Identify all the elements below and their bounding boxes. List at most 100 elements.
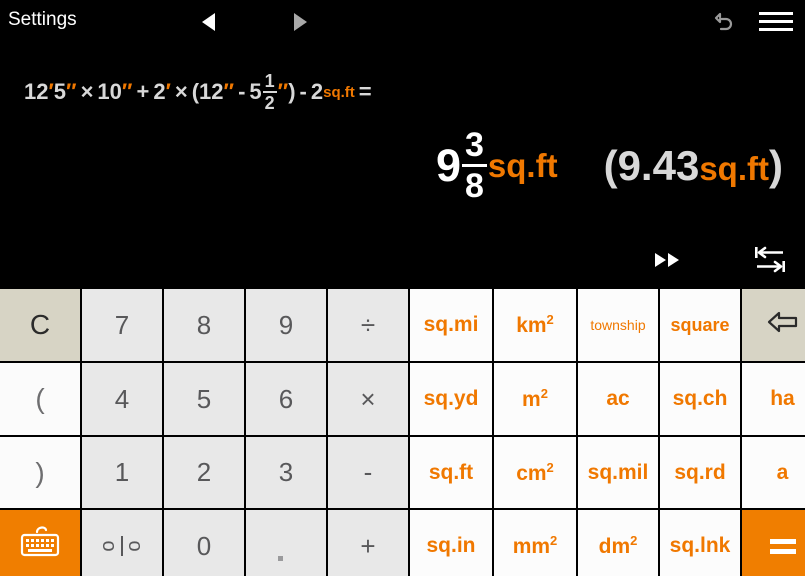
- close-paren-key[interactable]: ): [0, 437, 80, 508]
- hamburger-menu-icon[interactable]: [759, 12, 793, 32]
- key-label: sq.mil: [587, 460, 649, 484]
- key-label: ): [35, 456, 45, 488]
- clear-key[interactable]: C: [0, 289, 80, 361]
- key-label: km2: [516, 312, 554, 337]
- app-header: Settings: [0, 0, 805, 46]
- equals-icon: [769, 538, 796, 554]
- digit-8-key[interactable]: 8: [164, 289, 244, 361]
- key-label: sq.ch: [672, 387, 728, 410]
- triangle-left-icon[interactable]: [202, 13, 215, 31]
- unit-ac-key[interactable]: ac: [578, 363, 658, 435]
- result-alt-close: ): [769, 141, 783, 189]
- key-label: 3: [278, 457, 294, 487]
- expr-operator: =: [358, 79, 372, 104]
- result-line: 9 3 8 sq.ft (9.43 sq.ft): [436, 128, 783, 203]
- key-label: cm2: [516, 459, 554, 485]
- key-label: sq.yd: [423, 387, 479, 410]
- expr-token: 5: [249, 79, 262, 104]
- expr-paren: (: [191, 79, 200, 104]
- settings-label[interactable]: Settings: [8, 9, 77, 31]
- key-label: 2: [196, 457, 212, 487]
- unit-km2-key[interactable]: km2: [494, 289, 576, 361]
- unit-cm2-key[interactable]: cm2: [494, 437, 576, 508]
- keypad: C 7 8 9 ÷ sq.mi km2 township square (4 5 6 × sq.yd m2 a…: [0, 289, 805, 576]
- key-label: C: [29, 309, 51, 340]
- unit-sqmil-key[interactable]: sq.mil: [578, 437, 658, 508]
- digit-5-key[interactable]: 5: [164, 363, 244, 435]
- digit-2-key[interactable]: 2: [164, 437, 244, 508]
- minus-key[interactable]: -: [328, 437, 408, 508]
- key-label: sq.ft: [428, 460, 474, 484]
- expr-operator: ×: [80, 79, 94, 104]
- unit-square-key[interactable]: square: [660, 289, 740, 361]
- digit-7-key[interactable]: 7: [82, 289, 162, 361]
- undo-arrow-icon[interactable]: [711, 8, 739, 36]
- unit-sqch-key[interactable]: sq.ch: [660, 363, 740, 435]
- expr-token: 2: [153, 79, 166, 104]
- key-label: -: [363, 457, 373, 487]
- digit-0-key[interactable]: 0: [164, 510, 244, 576]
- expr-token: 10: [97, 79, 122, 104]
- plus-key[interactable]: +: [328, 510, 408, 576]
- expr-prime: ″: [277, 79, 289, 104]
- unit-sqmi-key[interactable]: sq.mi: [410, 289, 492, 361]
- key-label: ha: [770, 387, 795, 410]
- unit-dm2-key[interactable]: dm2: [578, 510, 658, 576]
- key-label: (: [35, 383, 45, 414]
- multiply-key[interactable]: ×: [328, 363, 408, 435]
- unit-m2-key[interactable]: m2: [494, 363, 576, 435]
- result-fraction-numerator: 3: [464, 126, 484, 164]
- swap-convert-icon[interactable]: [753, 245, 787, 275]
- divide-key[interactable]: ÷: [328, 289, 408, 361]
- fast-forward-icon[interactable]: [653, 250, 683, 270]
- fraction-denominator: 2: [264, 93, 275, 113]
- unit-mm2-key[interactable]: mm2: [494, 510, 576, 576]
- unit-sqft-key[interactable]: sq.ft: [410, 437, 492, 508]
- result-unit: sq.ft: [487, 146, 558, 184]
- fraction-key[interactable]: oo: [82, 510, 162, 576]
- expr-operator: +: [136, 79, 150, 104]
- key-label: ÷: [360, 309, 376, 340]
- key-label: 7: [114, 309, 130, 340]
- open-paren-key[interactable]: (: [0, 363, 80, 435]
- display-toolbar: [653, 245, 787, 275]
- keyboard-key[interactable]: [0, 510, 80, 576]
- digit-3-key[interactable]: 3: [246, 437, 326, 508]
- unit-sqyd-key[interactable]: sq.yd: [410, 363, 492, 435]
- triangle-right-icon[interactable]: [294, 13, 307, 31]
- unit-sqin-key[interactable]: sq.in: [410, 510, 492, 576]
- key-label: township: [590, 317, 646, 333]
- digit-4-key[interactable]: 4: [82, 363, 162, 435]
- expr-token: 2: [310, 79, 324, 104]
- key-label: sq.mi: [423, 313, 479, 336]
- expr-prime: ″: [121, 79, 133, 104]
- calculator-app: Settings 12 ′ 5 ″ × 10 ″ + 2 ′ × (12 ″ - 5 1 2 ″)…: [0, 0, 805, 576]
- unit-sqlnk-key[interactable]: sq.lnk: [660, 510, 740, 576]
- result-alt-open: (: [603, 141, 618, 189]
- unit-a-key[interactable]: a: [742, 437, 805, 508]
- calculator-display: 12 ′ 5 ″ × 10 ″ + 2 ′ × (12 ″ - 5 1 2 ″) - 2 sq.ft…: [0, 46, 805, 289]
- decimal-point-key[interactable]: [246, 510, 326, 576]
- unit-sqrd-key[interactable]: sq.rd: [660, 437, 740, 508]
- fraction-glyph-bar: [121, 536, 123, 556]
- unit-ha-key[interactable]: ha: [742, 363, 805, 435]
- digit-9-key[interactable]: 9: [246, 289, 326, 361]
- fraction-numerator: 1: [264, 71, 275, 91]
- expr-operator: -: [299, 79, 307, 104]
- expr-token: 5: [53, 79, 67, 104]
- expr-prime: ″: [66, 79, 77, 104]
- expr-operator: -: [238, 79, 246, 104]
- key-label: sq.rd: [674, 460, 726, 484]
- digit-1-key[interactable]: 1: [82, 437, 162, 508]
- key-label: 8: [196, 309, 212, 340]
- decimal-point-mark: [277, 555, 283, 561]
- backspace-key[interactable]: [742, 289, 805, 361]
- expr-paren: ): [288, 79, 296, 104]
- key-label: ×: [360, 383, 376, 414]
- equals-key[interactable]: [742, 510, 805, 576]
- expr-token: 12: [199, 79, 224, 104]
- fraction-glyph: oo: [98, 536, 146, 556]
- digit-6-key[interactable]: 6: [246, 363, 326, 435]
- expr-token: 12: [24, 79, 49, 104]
- unit-township-key[interactable]: township: [578, 289, 658, 361]
